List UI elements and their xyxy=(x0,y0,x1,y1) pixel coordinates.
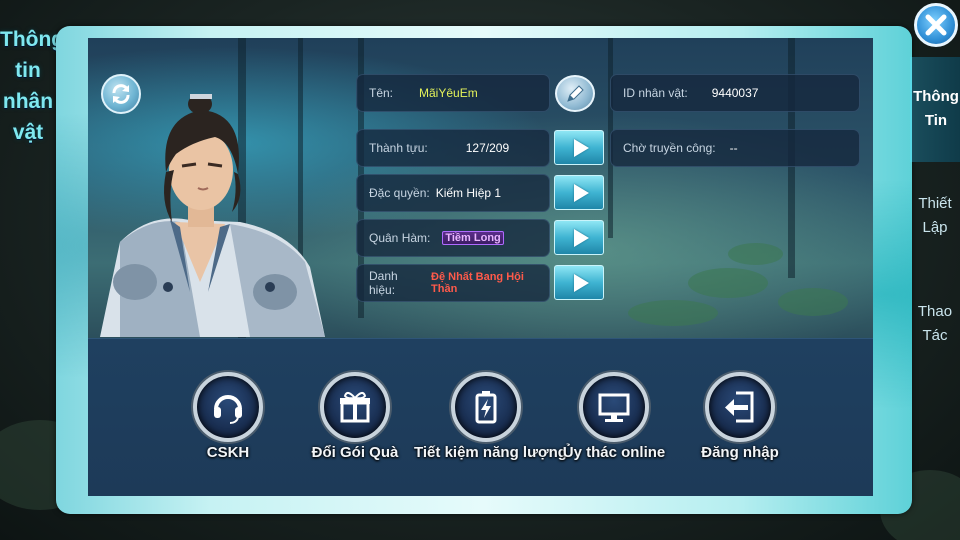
window-title: Thông tin nhân vật xyxy=(0,24,65,148)
tab-settings-label: Thiết xyxy=(918,195,952,212)
name-field: Tên: MãiYêuEm xyxy=(356,74,550,112)
tab-operations[interactable]: Thao Tác xyxy=(910,300,960,348)
rank-label: Quân Hàm: xyxy=(369,231,431,245)
support-button[interactable]: CSKH xyxy=(158,372,298,461)
character-portrait xyxy=(100,94,325,337)
rank-go-button[interactable] xyxy=(554,220,604,255)
gift-icon xyxy=(340,392,370,423)
edit-name-button[interactable] xyxy=(555,75,595,112)
energy-saving-button[interactable]: Tiết kiệm năng lượng xyxy=(414,372,567,461)
title-label: Danh hiệu: xyxy=(369,269,398,297)
online-delegate-button[interactable]: Ủy thác online xyxy=(544,372,684,461)
gift-exchange-button[interactable]: Đổi Gói Quà xyxy=(285,372,425,461)
rank-field: Quân Hàm: Tiềm Long xyxy=(356,219,550,257)
tab-info-label: Thông xyxy=(913,88,959,105)
battery-icon xyxy=(475,391,497,424)
headset-icon xyxy=(214,395,242,424)
name-label: Tên: xyxy=(369,86,394,100)
monitor-icon-circle xyxy=(579,372,649,442)
achievement-go-button[interactable] xyxy=(554,130,604,165)
title-value: Đệ Nhất Bang Hội Thần xyxy=(431,271,524,295)
battery-icon-circle xyxy=(451,372,521,442)
privilege-label: Đặc quyền: xyxy=(369,186,430,200)
gift-icon-circle xyxy=(320,372,390,442)
pencil-icon xyxy=(567,84,584,102)
id-label: ID nhân vật: xyxy=(623,86,688,100)
privilege-go-button[interactable] xyxy=(554,175,604,210)
login-label: Đăng nhập xyxy=(701,444,779,461)
close-button[interactable] xyxy=(914,3,958,47)
transfer-value: -- xyxy=(729,141,738,155)
achievement-value: 127/209 xyxy=(465,141,510,155)
title-line: Thông xyxy=(0,28,65,51)
gift-exchange-label: Đổi Gói Quà xyxy=(311,444,399,461)
achievement-field: Thành tựu: 127/209 xyxy=(356,129,550,167)
support-icon-circle xyxy=(193,372,263,442)
monitor-icon xyxy=(598,393,630,422)
login-icon xyxy=(725,391,754,423)
tab-info[interactable]: Thông Tin xyxy=(910,57,960,162)
tab-info-label: Tin xyxy=(924,112,948,129)
character-id-field: ID nhân vật: 9440037 xyxy=(610,74,860,112)
tab-operations-label: Thao xyxy=(917,303,953,320)
title-line: tin xyxy=(15,59,41,82)
energy-saving-label: Tiết kiệm năng lượng xyxy=(414,444,567,461)
tab-settings-label: Lập xyxy=(922,219,948,236)
title-go-button[interactable] xyxy=(554,265,604,300)
name-value: MãiYêuEm xyxy=(419,86,478,100)
rank-badge: Tiềm Long xyxy=(442,231,504,245)
title-line: nhân xyxy=(2,90,54,113)
tab-settings[interactable]: Thiết Lập xyxy=(910,192,960,240)
tab-operations-label: Tác xyxy=(922,327,948,344)
login-icon-circle xyxy=(705,372,775,442)
close-icon xyxy=(925,14,947,36)
support-label: CSKH xyxy=(206,444,250,461)
id-value: 9440037 xyxy=(711,86,759,100)
achievement-label: Thành tựu: xyxy=(369,141,428,155)
online-delegate-label: Ủy thác online xyxy=(562,444,666,461)
title-line: vật xyxy=(12,121,44,144)
transfer-field: Chờ truyền công: -- xyxy=(610,129,860,167)
privilege-field: Đặc quyền: Kiếm Hiệp 1 xyxy=(356,174,550,212)
privilege-value: Kiếm Hiệp 1 xyxy=(435,186,502,200)
transfer-label: Chờ truyền công: xyxy=(623,141,716,155)
title-field: Danh hiệu: Đệ Nhất Bang Hội Thần xyxy=(356,264,550,302)
login-button[interactable]: Đăng nhập xyxy=(670,372,810,461)
